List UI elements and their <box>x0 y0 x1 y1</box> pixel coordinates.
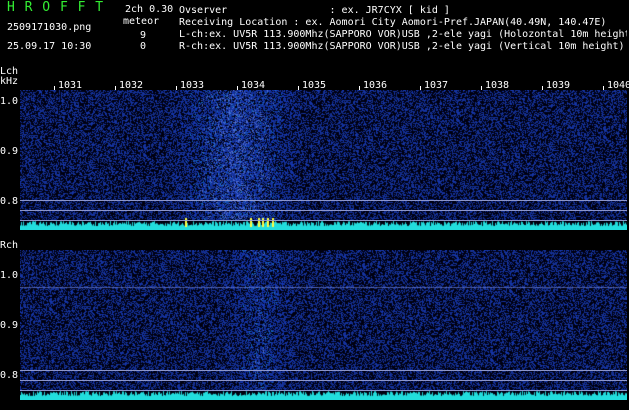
lch-ytick-2: 0.9 <box>0 146 19 157</box>
lch-meteor-count: 9 <box>140 30 147 41</box>
lch-info-line: L-ch:ex. UV5R 113.900Mhz(SAPPORO VOR)USB… <box>179 29 627 40</box>
datetime: 25.09.17 10:30 <box>7 41 92 52</box>
mode-label: 2ch 0.30 <box>125 4 174 15</box>
filename: 2509171030.png <box>7 22 92 33</box>
rch-info-line: R-ch:ex. UV5R 113.900Mhz(SAPPORO VOR)USB… <box>179 41 625 52</box>
meteor-label: meteor <box>123 16 160 27</box>
lch-ytick-1: 1.0 <box>0 96 19 107</box>
app-title: H R O F F T <box>7 0 105 15</box>
lch-ytick-3: 0.8 <box>0 196 19 207</box>
rch-ytick-2: 0.9 <box>0 320 19 331</box>
rch-label: Rch <box>0 240 19 251</box>
rch-ref-line <box>20 390 627 391</box>
rch-ref-line <box>20 370 627 371</box>
observer-line: Ovserver : ex. JR7CYX [ kid ] <box>179 5 450 16</box>
rch-ytick-3: 0.8 <box>0 370 19 381</box>
location-line: Receiving Location : ex. Aomori City Aom… <box>179 17 607 28</box>
rch-ref-line <box>20 380 627 381</box>
rch-ytick-1: 1.0 <box>0 270 19 281</box>
lch-ref-line <box>20 220 627 221</box>
rch-meteor-count: 0 <box>140 41 147 52</box>
lch-waterfall <box>20 90 627 230</box>
lch-ref-line <box>20 210 627 211</box>
lch-unit: kHz <box>0 76 19 87</box>
lch-ref-line <box>20 200 627 201</box>
rch-waterfall <box>20 250 627 400</box>
